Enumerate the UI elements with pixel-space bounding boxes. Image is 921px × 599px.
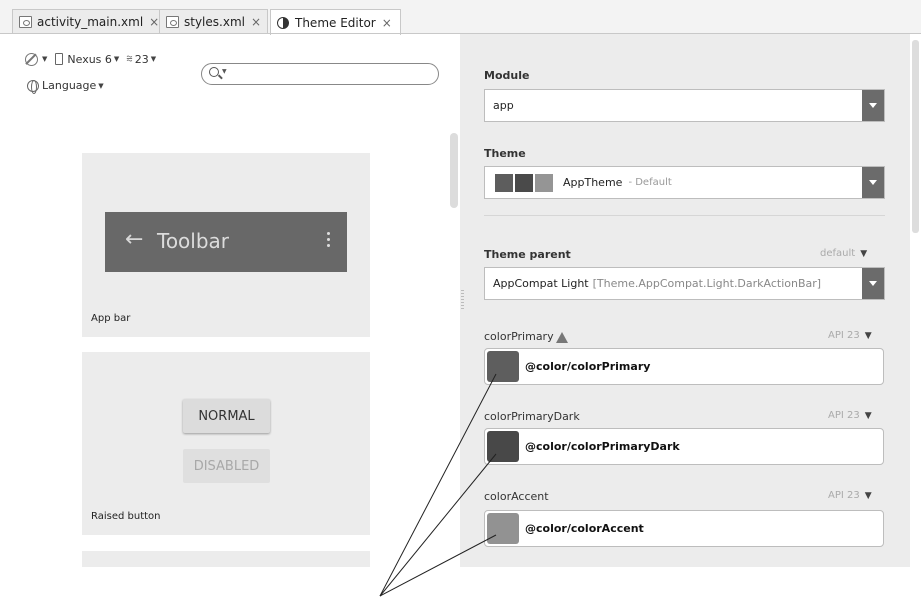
normal-button-preview[interactable]: NORMAL [183,399,270,433]
panel-divider [484,215,885,216]
api-level-tag: API 23 [828,410,860,421]
next-preview-card [82,551,370,567]
layout-file-icon [19,16,32,28]
card-label: Raised button [91,511,161,522]
module-select[interactable]: app [484,89,885,122]
color-swatch[interactable] [487,513,519,544]
chevron-down-icon [862,90,884,121]
theme-swatch-dark [515,173,533,192]
panel-scrollbar[interactable] [912,40,919,233]
api-level-tag: API 23 [828,330,860,341]
tab-activity-main[interactable]: activity_main.xml × [12,9,167,34]
parent-detail: [Theme.AppCompat.Light.DarkActionBar] [592,277,822,290]
theme-swatch-primary [495,173,513,192]
toolbar-title: Toolbar [157,229,230,253]
api-dropdown-color-primary[interactable]: API 23 ▼ [828,330,872,341]
tab-label: Theme Editor [295,15,376,30]
parent-name: AppCompat Light [493,277,589,290]
phone-icon [55,53,64,65]
attr-name-color-primary-dark: colorPrimaryDark [484,410,580,423]
api-dropdown-color-primary-dark[interactable]: API 23 ▼ [828,410,872,421]
attr-value-color-primary-dark[interactable]: @color/colorPrimaryDark [484,428,884,465]
attr-name-color-primary: colorPrimary [484,330,568,343]
api-level-tag: API 23 [828,490,860,501]
attr-value-color-accent[interactable]: @color/colorAccent [484,510,884,547]
language-label: Language [42,79,97,92]
attr-name-text: colorPrimary [484,330,554,343]
chevron-down-icon: ▼ [860,248,868,259]
close-icon[interactable]: × [149,15,159,29]
theme-swatch-accent [535,173,553,192]
warning-icon[interactable] [555,332,568,343]
chevron-down-icon [862,167,884,198]
close-icon[interactable]: × [251,15,261,29]
theme-select[interactable]: AppTheme - Default [484,166,885,199]
toolbar-preview: ← Toolbar [105,212,347,272]
theme-label: Theme [484,147,526,160]
parent-default-tag: default [820,248,856,259]
rotate-icon [25,52,38,66]
raised-button-card: NORMAL DISABLED Raised button [82,352,370,535]
chevron-down-icon: ▼ [150,55,157,63]
parent-default-dropdown[interactable]: default ▼ [820,248,867,259]
color-swatch[interactable] [487,431,519,462]
chevron-down-icon [862,268,884,299]
attr-name-color-accent: colorAccent [484,490,549,503]
api-label: 23 [134,52,149,66]
chevron-down-icon: ▼ [864,330,872,341]
theme-default-tag: - Default [628,177,672,188]
attr-value: @color/colorAccent [525,522,644,535]
back-arrow-icon: ← [125,227,144,252]
attr-value: @color/colorPrimaryDark [525,440,680,453]
preview-scrollbar[interactable] [450,133,458,208]
editor-tab-bar: activity_main.xml × styles.xml × Theme E… [0,0,921,35]
search-input[interactable]: ▼ [201,63,439,85]
orientation-dropdown[interactable]: ▼ [25,52,48,66]
chevron-down-icon: ▼ [42,55,48,63]
chevron-down-icon: ▼ [864,490,872,501]
attr-value-color-primary[interactable]: @color/colorPrimary [484,348,884,385]
device-label: Nexus 6 [67,52,112,66]
api-dropdown[interactable]: ⩬ 23 ▼ [126,52,156,66]
theme-parent-select[interactable]: AppCompat Light [Theme.AppCompat.Light.D… [484,267,885,300]
module-value: app [493,99,514,112]
close-icon[interactable]: × [382,16,392,30]
tab-theme-editor[interactable]: Theme Editor × [270,9,401,35]
chevron-down-icon: ▼ [222,68,227,75]
xml-file-icon [166,16,179,28]
overflow-menu-icon [327,232,330,235]
tab-styles[interactable]: styles.xml × [159,9,269,34]
tab-label: activity_main.xml [37,15,144,29]
color-swatch[interactable] [487,351,519,382]
android-icon: ⩬ [126,52,133,65]
device-dropdown[interactable]: Nexus 6 ▼ [55,53,119,66]
language-dropdown[interactable]: Language ▼ [27,79,104,94]
chevron-down-icon: ▼ [113,55,120,63]
theme-icon [277,16,289,29]
module-label: Module [484,69,530,82]
globe-icon [27,79,39,94]
app-bar-card: ← Toolbar App bar [82,153,370,337]
chevron-down-icon: ▼ [864,410,872,421]
theme-name: AppTheme [563,176,623,189]
attr-value: @color/colorPrimary [525,360,651,373]
disabled-button-preview: DISABLED [183,449,270,483]
chevron-down-icon: ▼ [98,81,104,90]
card-label: App bar [91,313,131,324]
search-icon [209,67,219,77]
theme-parent-label: Theme parent [484,248,571,261]
api-dropdown-color-accent[interactable]: API 23 ▼ [828,490,872,501]
preview-toolbar: ▼ Nexus 6 ▼ ⩬ 23 ▼ [25,52,156,66]
splitter-handle[interactable] [461,290,464,310]
tab-label: styles.xml [184,15,245,29]
